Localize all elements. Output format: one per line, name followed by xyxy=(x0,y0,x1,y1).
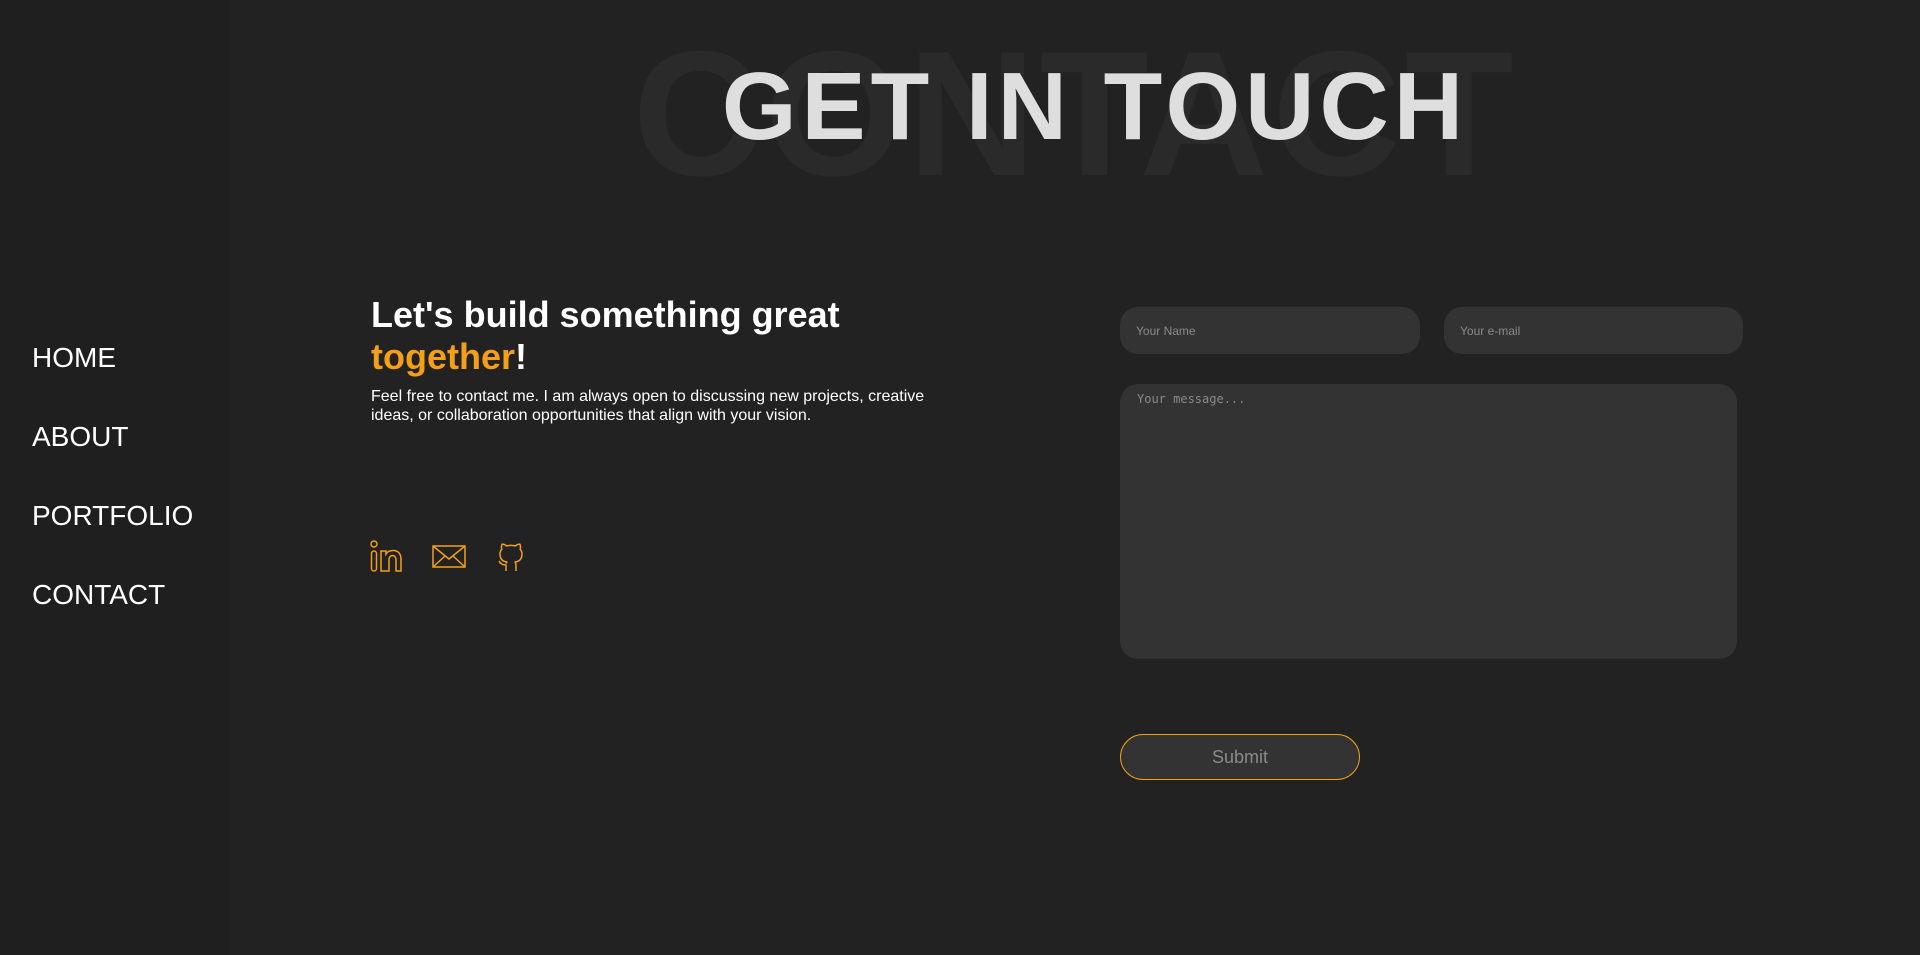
sidebar: HOME ABOUT PORTFOLIO CONTACT xyxy=(0,0,230,955)
nav-item-about[interactable]: ABOUT xyxy=(32,419,193,454)
nav-item-portfolio[interactable]: PORTFOLIO xyxy=(32,498,193,533)
intro-title: Let's build something great together! xyxy=(371,294,971,378)
page-title: GET IN TOUCH xyxy=(721,53,1469,160)
name-input[interactable] xyxy=(1120,307,1420,354)
intro-title-end: ! xyxy=(515,336,527,377)
github-icon[interactable] xyxy=(493,538,529,574)
mail-icon[interactable] xyxy=(431,538,467,574)
intro-title-line1: Let's build something great xyxy=(371,294,840,335)
main-content: CONTACT GET IN TOUCH Let's build somethi… xyxy=(230,0,1920,955)
social-links xyxy=(369,538,529,574)
intro-section: Let's build something great together! Fe… xyxy=(371,294,971,425)
sidebar-nav: HOME ABOUT PORTFOLIO CONTACT xyxy=(32,340,193,656)
message-textarea[interactable] xyxy=(1120,384,1737,659)
nav-item-home[interactable]: HOME xyxy=(32,340,193,375)
intro-title-accent: together xyxy=(371,336,515,377)
submit-button[interactable]: Submit xyxy=(1120,734,1360,780)
nav-item-contact[interactable]: CONTACT xyxy=(32,577,193,612)
linkedin-icon[interactable] xyxy=(369,538,405,574)
intro-text: Feel free to contact me. I am always ope… xyxy=(371,388,925,424)
email-input[interactable] xyxy=(1444,307,1743,354)
